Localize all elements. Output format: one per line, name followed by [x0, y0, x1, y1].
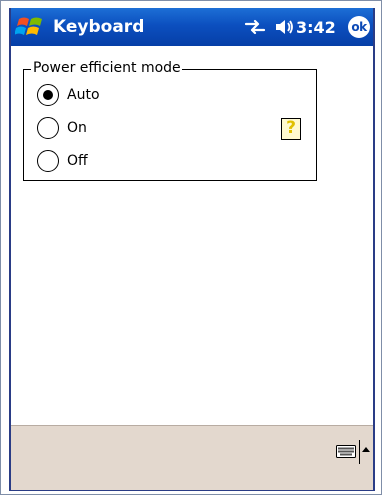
ok-button[interactable]: ok — [348, 16, 370, 38]
clock[interactable]: 3:42 — [296, 18, 336, 38]
window-title: Keyboard — [53, 17, 145, 37]
help-button[interactable]: ? — [281, 118, 301, 140]
radio-label-on[interactable]: On — [67, 120, 87, 137]
windows-flag-icon[interactable] — [15, 13, 45, 41]
title-bar: Keyboard 3:42 ok — [11, 8, 373, 46]
menu-bar — [11, 425, 373, 490]
radio-selected-dot — [42, 89, 53, 100]
sip-divider — [359, 440, 360, 464]
radio-on[interactable] — [37, 117, 59, 139]
triangle-up-icon[interactable] — [361, 445, 371, 453]
device-frame: Keyboard 3:42 ok Power efficient mode Au… — [0, 0, 382, 495]
radio-label-off[interactable]: Off — [67, 153, 88, 170]
radio-label-auto[interactable]: Auto — [67, 87, 100, 104]
group-label: Power efficient mode — [31, 60, 182, 77]
radio-off[interactable] — [37, 150, 59, 172]
speaker-icon[interactable] — [274, 18, 294, 36]
keyboard-icon[interactable] — [336, 445, 356, 458]
radio-auto[interactable] — [37, 84, 59, 106]
connectivity-icon[interactable] — [244, 19, 266, 35]
screen: Keyboard 3:42 ok Power efficient mode Au… — [9, 8, 375, 491]
